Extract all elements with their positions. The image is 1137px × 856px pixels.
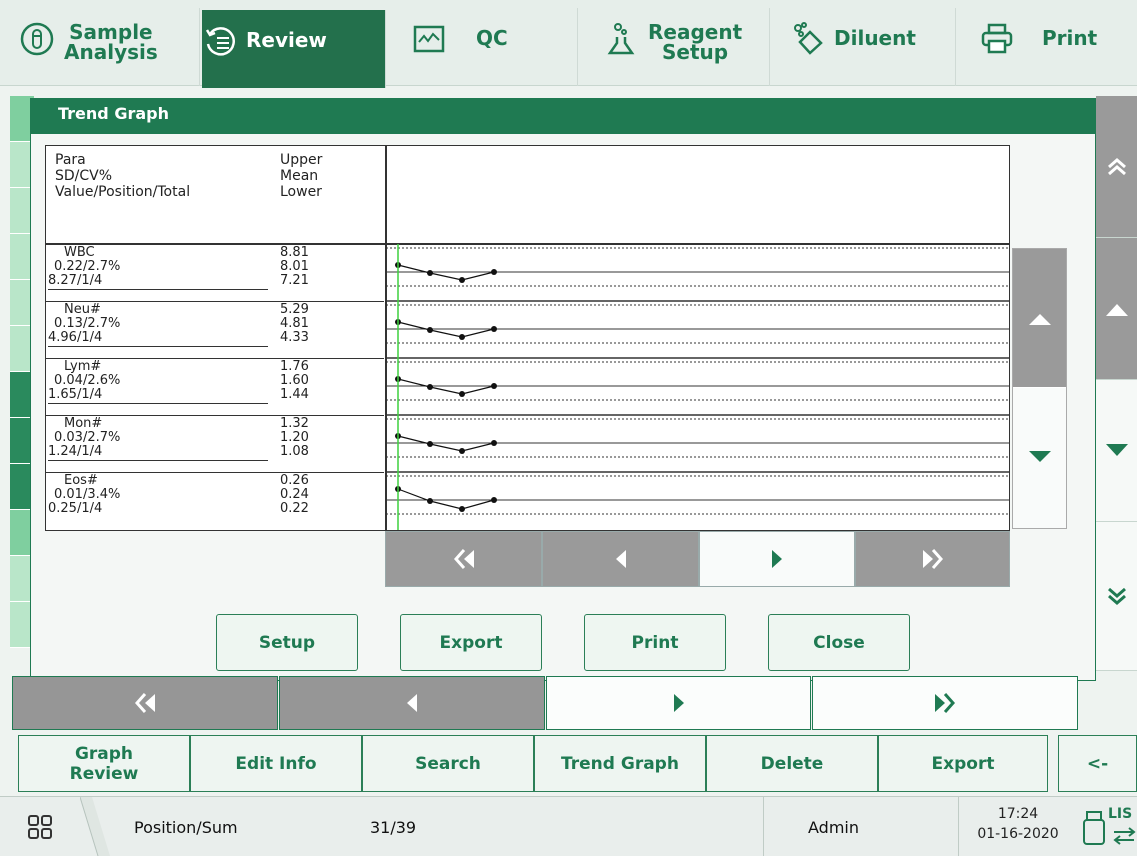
delete-button[interactable]: Delete [706,735,878,792]
triangle-down-icon [1028,451,1051,462]
scroll-up-button[interactable] [1096,238,1137,380]
trend-row-eos [386,475,1009,515]
close-button[interactable]: Close [768,614,910,671]
trend-row-wbc [386,247,1009,302]
tab-review[interactable]: Review [202,10,386,88]
triangle-up-icon [1028,314,1051,325]
triangle-left-icon [615,550,626,568]
table-row: Neu# 0.13/2.7% 4.96/1/4 5.29 4.81 4.33 [46,302,384,359]
setup-button[interactable]: Setup [216,614,358,671]
table-header-limits: Upper Mean Lower [280,152,323,200]
double-chevron-left-icon [453,549,474,569]
trend-row-mon [386,418,1009,473]
dialog-scroll-down-button[interactable] [1013,388,1066,528]
triangle-down-icon [1105,443,1128,456]
double-chevron-up-icon [1107,157,1126,175]
double-chevron-down-icon [1107,587,1126,605]
table-row: Lym# 0.04/2.6% 1.65/1/4 1.76 1.60 1.44 [46,359,384,416]
diluent-icon [794,22,823,55]
page-prev-button[interactable] [279,676,545,730]
lis-label: LIS [1108,806,1133,822]
tab-qc[interactable]: QC [388,8,578,86]
qc-chart-icon [413,25,445,53]
status-separator [80,797,110,856]
page-first-button[interactable] [12,676,278,730]
tab-sample-analysis[interactable]: Sample Analysis [20,8,200,86]
position-value: 31/39 [370,818,417,837]
search-button[interactable]: Search [362,735,534,792]
graph-first-button[interactable] [385,531,542,587]
triangle-left-icon [407,694,417,712]
trend-graph-button[interactable]: Trend Graph [534,735,706,792]
graph-last-button[interactable] [855,531,1010,587]
print-button[interactable]: Print [584,614,726,671]
status-divider [763,797,764,856]
trend-graph-area [386,244,1009,530]
menu-grid-button[interactable] [0,797,80,856]
back-button[interactable]: <- [1058,735,1137,792]
status-divider [958,797,959,856]
edit-info-button[interactable]: Edit Info [190,735,362,792]
tab-reagent-setup[interactable]: Reagent Setup [580,8,770,86]
graph-next-button[interactable] [699,531,855,587]
usb-storage-icon [1083,811,1105,845]
export-records-button[interactable]: Export [878,735,1048,792]
test-tube-icon [20,22,54,56]
printer-icon [981,23,1013,54]
user-name: Admin [808,818,859,837]
graph-review-button[interactable]: Graph Review [18,735,190,792]
page-up-button[interactable] [1096,96,1137,238]
review-history-icon [205,27,235,56]
position-label: Position/Sum [134,818,238,837]
double-chevron-left-icon [134,693,155,713]
trend-row-lym [386,361,1009,416]
page-last-button[interactable] [812,676,1078,730]
double-chevron-right-icon [922,549,943,569]
tab-diluent[interactable]: Diluent [772,8,956,86]
flask-icon [607,23,635,55]
triangle-right-icon [772,550,782,568]
page-next-button[interactable] [546,676,811,730]
datetime: 17:24 01-16-2020 [977,806,1059,842]
trend-row-neu [386,304,1009,359]
export-button[interactable]: Export [400,614,542,671]
triangle-up-icon [1105,303,1128,316]
dialog-scroll-up-button[interactable] [1013,249,1066,387]
dialog-title: Trend Graph [58,104,169,123]
table-header-labels: Para SD/CV% Value/Position/Total [55,152,191,200]
scroll-down-button[interactable] [1096,380,1137,522]
grid-menu-icon [28,814,52,839]
double-chevron-right-icon [935,693,956,713]
table-row: WBC 0.22/2.7% 8.27/1/4 8.81 8.01 7.21 [46,245,384,302]
tab-print[interactable]: Print [958,8,1137,86]
graph-prev-button[interactable] [542,531,699,587]
lis-transfer-icon [1113,827,1136,845]
dialog-title-bar [30,98,1096,134]
page-down-button[interactable] [1096,522,1137,671]
table-row: Eos# 0.01/3.4% 0.25/1/4 0.26 0.24 0.22 [48,473,309,516]
table-row: Mon# 0.03/2.7% 1.24/1/4 1.32 1.20 1.08 [46,416,384,473]
triangle-right-icon [673,694,684,712]
